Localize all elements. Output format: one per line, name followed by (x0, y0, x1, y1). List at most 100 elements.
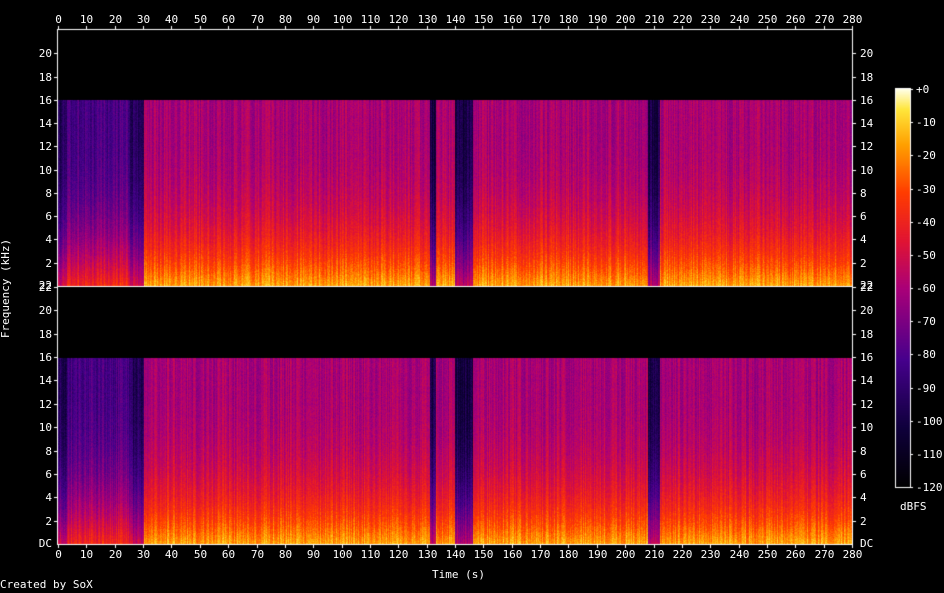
x-tick-label-bottom: 10 (79, 548, 94, 561)
x-tick-label-bottom: 160 (502, 548, 523, 561)
x-tick-label-top: 250 (757, 13, 778, 26)
x-tick-label-top: 90 (306, 13, 321, 26)
x-tick-label-top: 220 (672, 13, 693, 26)
x-tick-label-top: 240 (729, 13, 750, 26)
x-tick-label-bottom: 210 (644, 548, 665, 561)
x-tick-label-top: 100 (332, 13, 353, 26)
x-tick-label-top: 70 (250, 13, 265, 26)
x-tick-label-bottom: 40 (164, 548, 179, 561)
y-tick-label-left: 8 (45, 444, 52, 458)
x-tick-label-bottom: 220 (672, 548, 693, 561)
x-tick-label-bottom: 90 (306, 548, 321, 561)
x-tick-label-bottom: 50 (193, 548, 208, 561)
y-base-label-left: DC (38, 537, 52, 550)
y-tick-label-right: 14 (860, 373, 874, 387)
x-tick-label-bottom: 0 (55, 548, 62, 561)
y-tick-label-left: 6 (45, 209, 52, 223)
y-tick-label-left: 14 (38, 116, 52, 130)
y-tick-label-right: 10 (860, 163, 874, 177)
x-tick-label-top: 170 (530, 13, 551, 26)
y-tick-label-left: 6 (45, 467, 52, 481)
x-tick-label-top: 260 (785, 13, 806, 26)
x-tick-label-bottom: 60 (221, 548, 236, 561)
y-tick-label-left: 14 (38, 373, 52, 387)
y-tick-label-right: 16 (860, 350, 874, 364)
y-tick-label-right: 12 (860, 397, 874, 411)
y-tick-label-left: 10 (38, 420, 52, 434)
x-tick-label-bottom: 260 (785, 548, 806, 561)
y-tick-label-left: 20 (38, 46, 52, 60)
x-tick-label-top: 40 (164, 13, 179, 26)
x-tick-label-top: 140 (445, 13, 466, 26)
x-tick-label-bottom: 190 (587, 548, 608, 561)
x-tick-label-bottom: 70 (250, 548, 265, 561)
y-tick-label-left: 2 (45, 256, 52, 270)
x-tick-label-top: 280 (842, 13, 863, 26)
x-tick-label-bottom: 100 (332, 548, 353, 561)
x-tick-label-top: 120 (388, 13, 409, 26)
y-tick-label-left: 20 (38, 303, 52, 317)
colorbar-tick-label: -70 (916, 314, 936, 328)
colorbar-tick-label: -120 (916, 480, 943, 494)
x-tick-label-bottom: 80 (278, 548, 293, 561)
x-tick-label-bottom: 250 (757, 548, 778, 561)
x-tick-label-top: 130 (417, 13, 438, 26)
y-tick-label-right: 14 (860, 116, 874, 130)
x-tick-label-top: 20 (108, 13, 123, 26)
x-tick-label-top: 210 (644, 13, 665, 26)
y-tick-label-left: 10 (38, 163, 52, 177)
spectrogram-canvas (0, 0, 944, 593)
y-tick-label-left: 22 (38, 280, 52, 294)
x-tick-label-bottom: 200 (615, 548, 636, 561)
colorbar-tick-label: -80 (916, 347, 936, 361)
y-tick-label-right: 4 (860, 232, 867, 246)
footer-credit: Created by SoX (0, 578, 93, 591)
y-tick-label-right: 10 (860, 420, 874, 434)
colorbar-tick-label: -40 (916, 215, 936, 229)
x-tick-label-top: 190 (587, 13, 608, 26)
colorbar-tick-label: -50 (916, 248, 936, 262)
y-tick-label-right: 6 (860, 209, 867, 223)
x-axis-label: Time (s) (432, 568, 485, 581)
x-tick-label-top: 200 (615, 13, 636, 26)
y-axis-label: Frequency (kHz) (0, 238, 13, 339)
y-tick-label-right: 6 (860, 467, 867, 481)
x-tick-label-top: 110 (360, 13, 381, 26)
colorbar-tick-label: -100 (916, 414, 943, 428)
y-tick-label-left: 18 (38, 70, 52, 84)
x-tick-label-top: 160 (502, 13, 523, 26)
x-tick-label-bottom: 20 (108, 548, 123, 561)
x-tick-label-top: 50 (193, 13, 208, 26)
colorbar-tick-label: -30 (916, 182, 936, 196)
y-tick-label-left: 16 (38, 350, 52, 364)
x-tick-label-top: 60 (221, 13, 236, 26)
y-tick-label-left: 18 (38, 327, 52, 341)
x-tick-label-bottom: 230 (700, 548, 721, 561)
x-tick-label-top: 80 (278, 13, 293, 26)
x-tick-label-bottom: 170 (530, 548, 551, 561)
x-tick-label-bottom: 120 (388, 548, 409, 561)
y-tick-label-right: 22 (860, 280, 874, 294)
x-tick-label-bottom: 270 (814, 548, 835, 561)
x-tick-label-bottom: 30 (136, 548, 151, 561)
y-tick-label-right: 16 (860, 93, 874, 107)
x-tick-label-top: 270 (814, 13, 835, 26)
colorbar-tick-label: -60 (916, 281, 936, 295)
colorbar-tick-label: -90 (916, 381, 936, 395)
y-tick-label-left: 4 (45, 232, 52, 246)
y-tick-label-right: 18 (860, 327, 874, 341)
y-tick-label-right: 20 (860, 46, 874, 60)
y-tick-label-left: 16 (38, 93, 52, 107)
x-tick-label-top: 150 (473, 13, 494, 26)
x-tick-label-top: 230 (700, 13, 721, 26)
y-tick-label-right: 20 (860, 303, 874, 317)
y-tick-label-right: 2 (860, 256, 867, 270)
x-tick-label-bottom: 240 (729, 548, 750, 561)
y-tick-label-right: 8 (860, 186, 867, 200)
y-tick-label-left: 2 (45, 514, 52, 528)
colorbar-tick-label: -20 (916, 148, 936, 162)
x-tick-label-bottom: 110 (360, 548, 381, 561)
x-tick-label-bottom: 130 (417, 548, 438, 561)
y-tick-label-right: 18 (860, 70, 874, 84)
colorbar-tick-label: -110 (916, 447, 943, 461)
